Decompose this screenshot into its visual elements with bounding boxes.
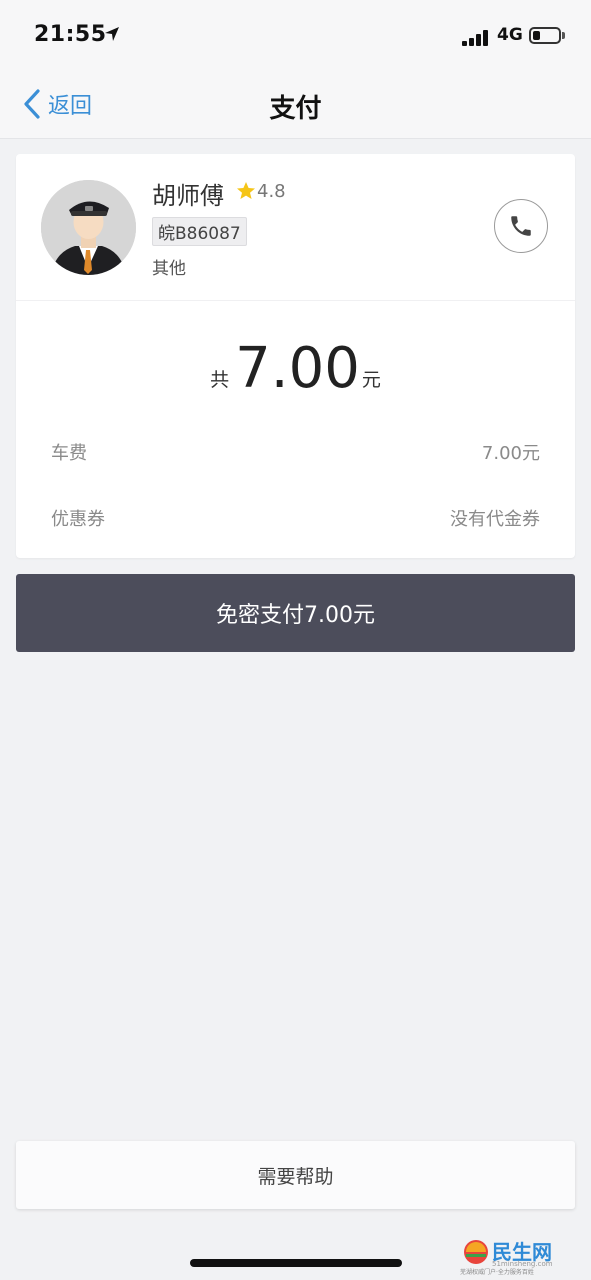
nav-bar: 返回 支付 — [0, 70, 591, 139]
fare-line-value: 7.00元 — [481, 443, 540, 464]
fare-line-label: 车费 — [51, 443, 87, 464]
battery-tip — [562, 32, 565, 39]
total-unit: 元 — [361, 369, 381, 391]
fare-line-coupon[interactable]: 优惠券 没有代金券 — [51, 505, 540, 535]
license-plate: 皖B86087 — [152, 217, 247, 246]
phone-icon — [511, 216, 531, 236]
location-arrow-icon — [105, 27, 119, 41]
total-prefix: 共 — [210, 369, 230, 391]
page-title: 支付 — [269, 94, 322, 124]
fare-line-label: 优惠券 — [51, 509, 105, 530]
total-amount: 7.00 — [235, 336, 360, 401]
fare-line-value: 没有代金券 — [450, 509, 540, 530]
status-time: 21:55 — [34, 22, 107, 47]
watermark-emblem-icon — [464, 1240, 488, 1264]
car-type: 其他 — [152, 259, 186, 279]
home-indicator — [190, 1259, 402, 1267]
watermark-logo: 民生网 51minsheng.com 芜湖权威门户·全力服务百姓 — [460, 1236, 572, 1276]
battery-icon — [529, 27, 561, 44]
network-type: 4G — [497, 25, 523, 45]
driver-name: 胡师傅 — [152, 182, 224, 210]
pay-button[interactable]: 免密支付7.00元 — [16, 574, 575, 652]
total-fare: 共 7.00 元 — [16, 330, 575, 400]
driver-avatar — [41, 180, 136, 275]
status-bar: 21:55 4G — [0, 0, 591, 70]
signal-strength-icon — [462, 30, 490, 46]
call-driver-button[interactable] — [494, 199, 548, 253]
driver-avatar-illustration — [41, 180, 136, 275]
order-card: 胡师傅 4.8 皖B86087 其他 共 7.00 元 车费 7.00元 优惠券… — [16, 154, 575, 558]
watermark-tagline: 芜湖权威门户·全力服务百姓 — [460, 1269, 534, 1276]
driver-rating: 4.8 — [257, 181, 286, 202]
fare-line-ride: 车费 7.00元 — [51, 439, 540, 469]
help-button[interactable]: 需要帮助 — [16, 1141, 575, 1209]
star-icon — [237, 182, 255, 199]
driver-info: 胡师傅 4.8 皖B86087 其他 — [16, 154, 575, 301]
